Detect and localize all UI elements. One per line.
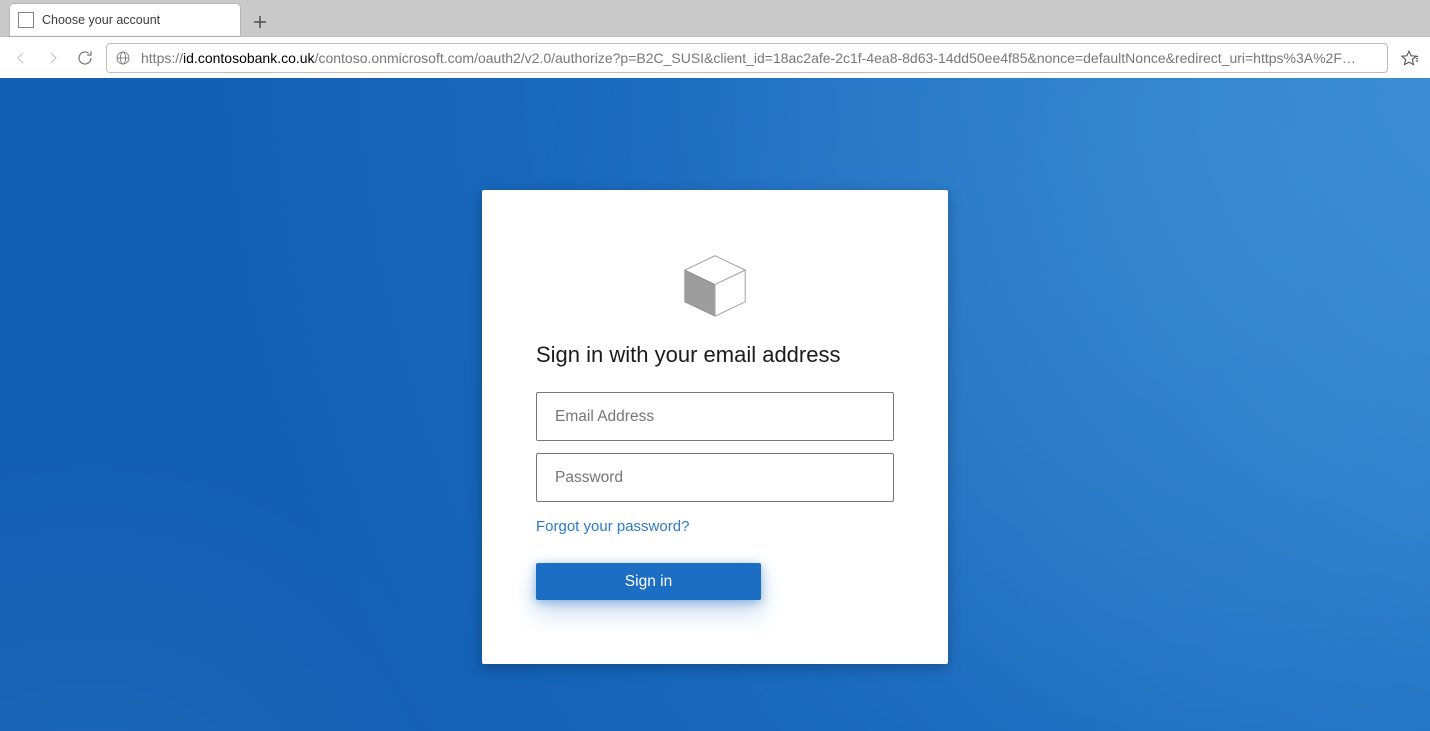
url-host: id.contosobank.co.uk [183, 50, 315, 66]
nav-forward-button[interactable] [42, 47, 64, 69]
page-icon [18, 12, 34, 28]
cube-icon [679, 250, 751, 322]
card-body: Sign in with your email address Forgot y… [482, 342, 948, 600]
url-text: https://id.contosobank.co.uk/contoso.onm… [141, 50, 1379, 66]
tab-bar: Choose your account [0, 0, 1430, 36]
tab-close-icon[interactable] [216, 13, 230, 27]
new-tab-button[interactable] [246, 8, 274, 36]
signin-button[interactable]: Sign in [536, 563, 761, 600]
tab-active[interactable]: Choose your account [10, 4, 240, 36]
forgot-password-link[interactable]: Forgot your password? [536, 518, 689, 535]
address-bar[interactable]: https://id.contosobank.co.uk/contoso.onm… [106, 43, 1388, 73]
reload-button[interactable] [74, 47, 96, 69]
nav-back-button[interactable] [10, 47, 32, 69]
site-info-icon[interactable] [115, 50, 131, 66]
url-scheme: https:// [141, 50, 183, 66]
logo [482, 190, 948, 342]
favorites-button[interactable] [1398, 47, 1420, 69]
signin-heading: Sign in with your email address [536, 342, 894, 368]
page-content: Sign in with your email address Forgot y… [0, 78, 1430, 731]
signin-card: Sign in with your email address Forgot y… [482, 190, 948, 664]
toolbar: https://id.contosobank.co.uk/contoso.onm… [0, 36, 1430, 78]
email-field[interactable] [536, 392, 894, 441]
tab-title: Choose your account [42, 13, 160, 27]
password-field[interactable] [536, 453, 894, 502]
browser-chrome: Choose your account https://id.contosoba… [0, 0, 1430, 78]
url-path: /contoso.onmicrosoft.com/oauth2/v2.0/aut… [315, 50, 1356, 66]
